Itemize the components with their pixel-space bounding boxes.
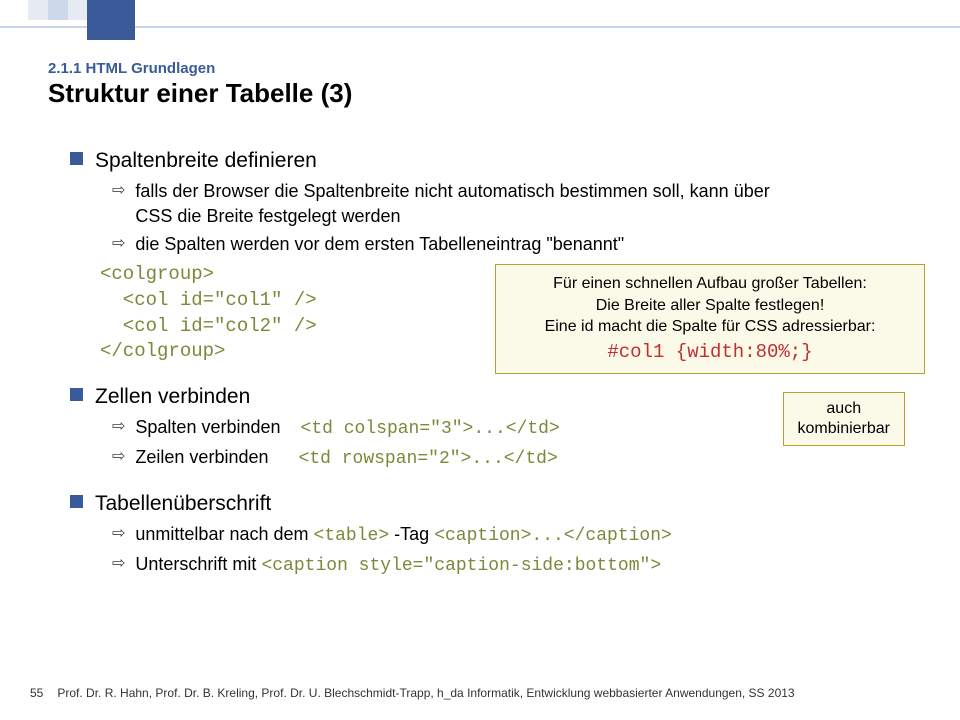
square-bullet-icon xyxy=(70,388,83,401)
code-table-tag: <table> xyxy=(314,526,390,546)
callout-line: Eine id macht die Spalte für CSS adressi… xyxy=(506,316,914,338)
callout-line: auch xyxy=(798,399,890,419)
header-decoration xyxy=(28,0,135,40)
bullet-spaltenbreite: Spaltenbreite definieren xyxy=(70,147,920,175)
sub-bullet: ⇨ falls der Browser die Spaltenbreite ni… xyxy=(112,179,920,228)
sub-label: Unterschrift mit xyxy=(135,554,256,574)
bullet-label: Tabellenüberschrift xyxy=(95,490,271,518)
code-caption: <caption>...</caption> xyxy=(434,526,672,546)
sub-bullet: ⇨ unmittelbar nach dem <table> -Tag <cap… xyxy=(112,522,920,548)
header-rule xyxy=(0,26,960,28)
code-colspan: <td colspan="3">...</td> xyxy=(301,419,560,439)
code-caption-style: <caption style="caption-side:bottom"> xyxy=(261,556,661,576)
sub-bullet-text: falls der Browser die Spaltenbreite nich… xyxy=(135,179,795,228)
sub-bullet: ⇨ die Spalten werden vor dem ersten Tabe… xyxy=(112,232,920,256)
sub-bullet: ⇨ Zeilen verbinden <td rowspan="2">...</… xyxy=(112,445,920,471)
sub-label: unmittelbar nach dem xyxy=(135,524,308,544)
code-rowspan: <td rowspan="2">...</td> xyxy=(299,449,558,469)
arrow-icon: ⇨ xyxy=(112,233,125,255)
callout-line: Die Breite aller Spalte festlegen! xyxy=(506,295,914,317)
arrow-icon: ⇨ xyxy=(112,446,125,468)
slide-footer: 55 Prof. Dr. R. Hahn, Prof. Dr. B. Kreli… xyxy=(30,686,940,700)
callout-code: #col1 {width:80%;} xyxy=(506,340,914,366)
slide-title: Struktur einer Tabelle (3) xyxy=(48,78,352,109)
square-bullet-icon xyxy=(70,152,83,165)
callout-css-tip: Für einen schnellen Aufbau großer Tabell… xyxy=(495,264,925,374)
bullet-label: Zellen verbinden xyxy=(95,383,250,411)
arrow-icon: ⇨ xyxy=(112,416,125,438)
sub-bullet-text: die Spalten werden vor dem ersten Tabell… xyxy=(135,232,624,256)
sub-label: Zeilen verbinden xyxy=(135,447,268,467)
arrow-icon: ⇨ xyxy=(112,553,125,575)
bullet-tabellenuberschrift: Tabellenüberschrift xyxy=(70,490,920,518)
bullet-label: Spaltenbreite definieren xyxy=(95,147,317,175)
sub-bullet-text: unmittelbar nach dem <table> -Tag <capti… xyxy=(135,522,671,548)
square-bullet-icon xyxy=(70,495,83,508)
sub-bullet-text: Spalten verbinden <td colspan="3">...</t… xyxy=(135,415,559,441)
page-number: 55 xyxy=(30,686,43,700)
arrow-icon: ⇨ xyxy=(112,180,125,202)
callout-line: Für einen schnellen Aufbau großer Tabell… xyxy=(506,273,914,295)
sub-bullet: ⇨ Unterschrift mit <caption style="capti… xyxy=(112,552,920,578)
section-number: 2.1.1 HTML Grundlagen xyxy=(48,60,215,77)
callout-kombinierbar: auch kombinierbar xyxy=(783,392,905,446)
arrow-icon: ⇨ xyxy=(112,523,125,545)
callout-line: kombinierbar xyxy=(798,419,890,439)
footer-credits: Prof. Dr. R. Hahn, Prof. Dr. B. Kreling,… xyxy=(57,686,794,700)
sub-bullet-text: Zeilen verbinden <td rowspan="2">...</td… xyxy=(135,445,557,471)
sub-bullet-text: Unterschrift mit <caption style="caption… xyxy=(135,552,661,578)
sub-label: -Tag xyxy=(394,524,429,544)
sub-label: Spalten verbinden xyxy=(135,417,280,437)
